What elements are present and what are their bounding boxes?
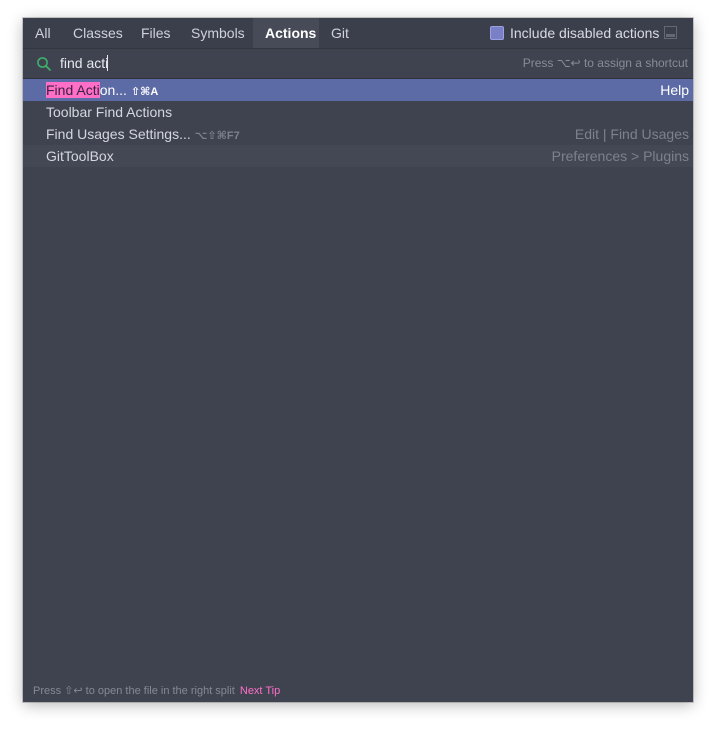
include-disabled-checkbox[interactable]: [490, 26, 504, 40]
preview-panel-icon[interactable]: [664, 26, 677, 39]
result-shortcut: ⇧⌘A: [130, 86, 159, 98]
result-item[interactable]: Find Usages Settings... ⌥⇧⌘F7 Edit | Find…: [23, 123, 693, 145]
include-disabled-actions-option[interactable]: Include disabled actions: [490, 18, 659, 48]
result-shortcut: ⌥⇧⌘F7: [194, 130, 240, 142]
tab-all[interactable]: All: [23, 18, 63, 48]
tab-actions[interactable]: Actions: [253, 18, 319, 48]
results-list: Find Action... ⇧⌘A Help Toolbar Find Acti…: [23, 79, 693, 167]
result-name-rest: Toolbar Find Actions: [46, 104, 173, 120]
result-name-rest: Find Usages Settings...: [46, 126, 191, 142]
tab-git[interactable]: Git: [319, 18, 361, 48]
search-icon: [36, 56, 52, 72]
search-everywhere-popup: All Classes Files Symbols Actions Git In…: [23, 18, 693, 702]
search-input[interactable]: [60, 52, 460, 74]
result-item[interactable]: GitToolBox Preferences > Plugins: [23, 145, 693, 167]
match-highlight: Find Acti: [46, 82, 100, 98]
next-tip-link[interactable]: Next Tip: [240, 685, 280, 697]
result-name-rest: GitToolBox: [46, 148, 114, 164]
tab-classes[interactable]: Classes: [61, 18, 135, 48]
result-item[interactable]: Find Action... ⇧⌘A Help: [23, 79, 693, 101]
result-name: Toolbar Find Actions: [46, 101, 172, 123]
result-location: Help: [660, 82, 689, 98]
tab-bar: All Classes Files Symbols Actions Git In…: [23, 18, 693, 49]
tab-files[interactable]: Files: [129, 18, 183, 48]
result-name: Find Usages Settings... ⌥⇧⌘F7: [46, 123, 240, 147]
result-location: Preferences > Plugins: [551, 148, 689, 164]
search-row: Press ⌥↩ to assign a shortcut: [23, 49, 693, 79]
text-caret: [107, 55, 108, 71]
search-hint: Press ⌥↩ to assign a shortcut: [522, 56, 688, 70]
result-name: Find Action... ⇧⌘A: [46, 79, 158, 103]
result-location: Edit | Find Usages: [574, 126, 689, 142]
tab-symbols[interactable]: Symbols: [179, 18, 257, 48]
tip-text: Press ⇧↩ to open the file in the right s…: [33, 685, 235, 697]
result-name-rest: on...: [99, 82, 127, 98]
include-disabled-label: Include disabled actions: [510, 25, 660, 41]
result-item[interactable]: Toolbar Find Actions: [23, 101, 693, 123]
tip-footer: Press ⇧↩ to open the file in the right s…: [33, 684, 280, 697]
result-name: GitToolBox: [46, 145, 114, 167]
